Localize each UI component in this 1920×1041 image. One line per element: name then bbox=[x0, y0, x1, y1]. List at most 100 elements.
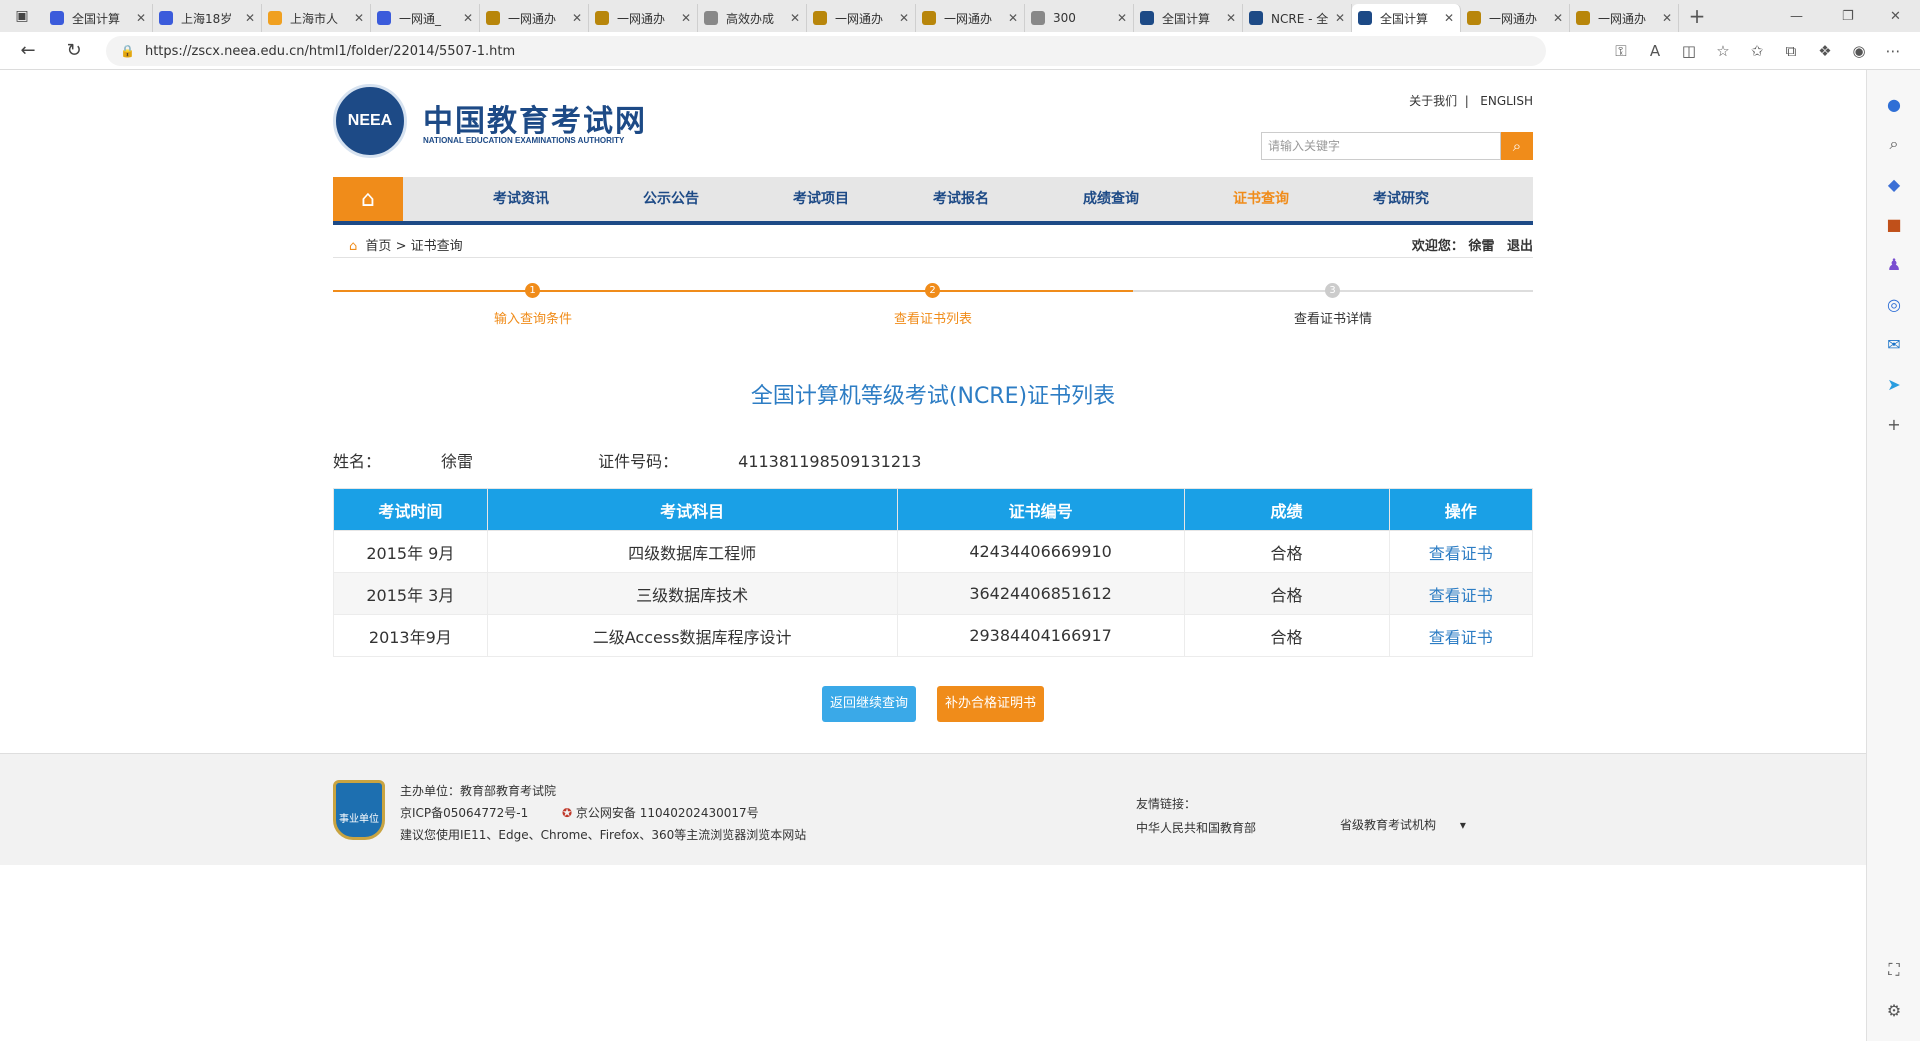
browser-tab[interactable]: 一网通办 ✕ bbox=[807, 4, 916, 32]
tab-close-icon[interactable]: ✕ bbox=[245, 11, 255, 25]
nav-item-exam-research[interactable]: 考试研究 bbox=[1373, 177, 1429, 221]
office-icon[interactable]: ◎ bbox=[1867, 284, 1920, 324]
close-window-button[interactable]: ✕ bbox=[1890, 0, 1901, 32]
tab-favicon-icon bbox=[1249, 11, 1263, 25]
games-icon[interactable]: ♟ bbox=[1867, 244, 1920, 284]
nav-item-certificate-query[interactable]: 证书查询 bbox=[1233, 177, 1289, 221]
tab-close-icon[interactable]: ✕ bbox=[1335, 11, 1345, 25]
refresh-icon[interactable]: ↻ bbox=[56, 40, 92, 61]
outlook-icon[interactable]: ✉ bbox=[1867, 324, 1920, 364]
sidebar-search-icon[interactable]: ⌕ bbox=[1867, 124, 1920, 164]
browser-tab[interactable]: 上海18岁 ✕ bbox=[153, 4, 262, 32]
browser-tab[interactable]: 一网通办 ✕ bbox=[1461, 4, 1570, 32]
nav-item-exam-news[interactable]: 考试资讯 bbox=[493, 177, 549, 221]
key-icon[interactable]: ⚿ bbox=[1604, 42, 1638, 60]
site-header: NEEA 中国教育考试网 NATIONAL EDUCATION EXAMINAT… bbox=[333, 84, 1533, 164]
browser-tab[interactable]: 全国计算 ✕ bbox=[44, 4, 153, 32]
english-link[interactable]: ENGLISH bbox=[1480, 94, 1533, 108]
browser-tab[interactable]: 一网通_ ✕ bbox=[371, 4, 480, 32]
shopping-tag-icon[interactable]: ◆ bbox=[1867, 164, 1920, 204]
read-aloud-icon[interactable]: A bbox=[1638, 42, 1672, 60]
name-field: 姓名： 徐雷 bbox=[333, 452, 533, 471]
browser-tab[interactable]: 全国计算 ✕ bbox=[1134, 4, 1243, 32]
search-button[interactable]: ⌕ bbox=[1501, 132, 1533, 160]
tab-close-icon[interactable]: ✕ bbox=[1662, 11, 1672, 25]
nav-item-registration[interactable]: 考试报名 bbox=[933, 177, 989, 221]
extensions-icon[interactable]: ❖ bbox=[1808, 42, 1842, 60]
id-value: 411381198509131213 bbox=[738, 452, 922, 471]
nav-item-exam-projects[interactable]: 考试项目 bbox=[793, 177, 849, 221]
tab-close-icon[interactable]: ✕ bbox=[1226, 11, 1236, 25]
browser-tab[interactable]: 一网通办 ✕ bbox=[916, 4, 1025, 32]
icp-link[interactable]: 京ICP备05064772号-1 bbox=[400, 806, 528, 820]
tab-title: 全国计算 bbox=[1162, 11, 1211, 26]
friend-link-moe[interactable]: 中华人民共和国教育部 bbox=[1136, 816, 1256, 840]
tab-close-icon[interactable]: ✕ bbox=[1444, 11, 1454, 25]
minimize-button[interactable]: — bbox=[1790, 0, 1803, 32]
tab-close-icon[interactable]: ✕ bbox=[1553, 11, 1563, 25]
footer-info: 主办单位：教育部教育考试院 京ICP备05064772号-1 ✪ 京公网安备 1… bbox=[400, 780, 806, 846]
about-link[interactable]: 关于我们 bbox=[1409, 94, 1457, 108]
tab-close-icon[interactable]: ✕ bbox=[463, 11, 473, 25]
add-sidebar-icon[interactable]: + bbox=[1867, 404, 1920, 444]
provincial-authority-select[interactable]: 省级教育考试机构 ▾ bbox=[1340, 816, 1466, 833]
nav-item-score-query[interactable]: 成绩查询 bbox=[1083, 177, 1139, 221]
police-record-link[interactable]: 京公网安备 11040202430017号 bbox=[576, 806, 759, 820]
neea-logo[interactable]: NEEA bbox=[333, 84, 407, 158]
view-certificate-link[interactable]: 查看证书 bbox=[1388, 572, 1533, 615]
tools-icon[interactable]: ■ bbox=[1867, 204, 1920, 244]
browser-tab[interactable]: 一网通办 ✕ bbox=[480, 4, 589, 32]
tab-close-icon[interactable]: ✕ bbox=[572, 11, 582, 25]
collections-icon[interactable]: ⧉ bbox=[1774, 42, 1808, 60]
institution-badge-icon[interactable]: 事业单位 bbox=[333, 780, 385, 840]
url-field[interactable]: 🔒 https://zscx.neea.edu.cn/html1/folder/… bbox=[106, 36, 1546, 66]
browser-tab[interactable]: 全国计算 ✕ bbox=[1352, 4, 1461, 32]
favorites-icon[interactable]: ✩ bbox=[1740, 42, 1774, 60]
sidebar-settings-icon[interactable]: ⚙ bbox=[1867, 990, 1920, 1030]
browser-tab[interactable]: 一网通办 ✕ bbox=[589, 4, 698, 32]
table-row: 2015年 9月 四级数据库工程师 42434406669910 合格 查看证书 bbox=[333, 530, 1533, 573]
copilot-icon[interactable]: ● bbox=[1867, 84, 1920, 124]
browser-tab[interactable]: 一网通办 ✕ bbox=[1570, 4, 1679, 32]
view-certificate-link[interactable]: 查看证书 bbox=[1388, 614, 1533, 657]
more-menu-icon[interactable]: ⋯ bbox=[1876, 42, 1910, 60]
tab-close-icon[interactable]: ✕ bbox=[681, 11, 691, 25]
screenshot-icon[interactable]: ⛶ bbox=[1867, 950, 1920, 990]
new-tab-button[interactable]: + bbox=[1679, 4, 1715, 28]
tab-favicon-icon bbox=[1467, 11, 1481, 25]
back-to-query-button[interactable]: 返回继续查询 bbox=[821, 686, 916, 722]
tab-title: 一网通_ bbox=[399, 11, 442, 26]
profile-avatar-icon[interactable]: ◉ bbox=[1842, 42, 1876, 60]
split-screen-icon[interactable]: ◫ bbox=[1672, 42, 1706, 60]
cell-exam-time: 2015年 3月 bbox=[333, 572, 488, 615]
browser-tab[interactable]: 高效办成 ✕ bbox=[698, 4, 807, 32]
reissue-certificate-button[interactable]: 补办合格证明书 bbox=[937, 686, 1045, 722]
col-exam-time: 考试时间 bbox=[333, 488, 488, 531]
nav-item-announcements[interactable]: 公示公告 bbox=[643, 177, 699, 221]
logout-link[interactable]: 退出 bbox=[1507, 239, 1533, 254]
chevron-down-icon: ▾ bbox=[1459, 818, 1466, 832]
tab-title: 上海市人 bbox=[290, 11, 339, 26]
tab-favicon-icon bbox=[486, 11, 500, 25]
home-icon: ⌂ bbox=[361, 186, 375, 212]
tab-close-icon[interactable]: ✕ bbox=[1008, 11, 1018, 25]
browser-tab[interactable]: NCRE - 全 ✕ bbox=[1243, 4, 1352, 32]
tab-close-icon[interactable]: ✕ bbox=[354, 11, 364, 25]
restore-button[interactable]: ❐ bbox=[1842, 0, 1854, 32]
tab-close-icon[interactable]: ✕ bbox=[136, 11, 146, 25]
tab-close-icon[interactable]: ✕ bbox=[790, 11, 800, 25]
favorite-star-icon[interactable]: ☆ bbox=[1706, 42, 1740, 60]
tab-close-icon[interactable]: ✕ bbox=[899, 11, 909, 25]
search-input[interactable]: 请输入关键字 bbox=[1261, 132, 1501, 160]
view-certificate-link[interactable]: 查看证书 bbox=[1388, 530, 1533, 573]
name-value: 徐雷 bbox=[441, 452, 474, 471]
back-icon[interactable]: ← bbox=[10, 40, 46, 61]
home-nav-button[interactable]: ⌂ bbox=[333, 177, 403, 221]
top-links: 关于我们 | ENGLISH bbox=[1409, 92, 1533, 109]
breadcrumb-home[interactable]: 首页 bbox=[365, 239, 391, 254]
tab-actions-menu-icon[interactable]: ▣ bbox=[0, 0, 44, 32]
tab-close-icon[interactable]: ✕ bbox=[1117, 11, 1127, 25]
browser-tab[interactable]: 上海市人 ✕ bbox=[262, 4, 371, 32]
drop-icon[interactable]: ➤ bbox=[1867, 364, 1920, 404]
browser-tab[interactable]: 300 ✕ bbox=[1025, 4, 1134, 32]
